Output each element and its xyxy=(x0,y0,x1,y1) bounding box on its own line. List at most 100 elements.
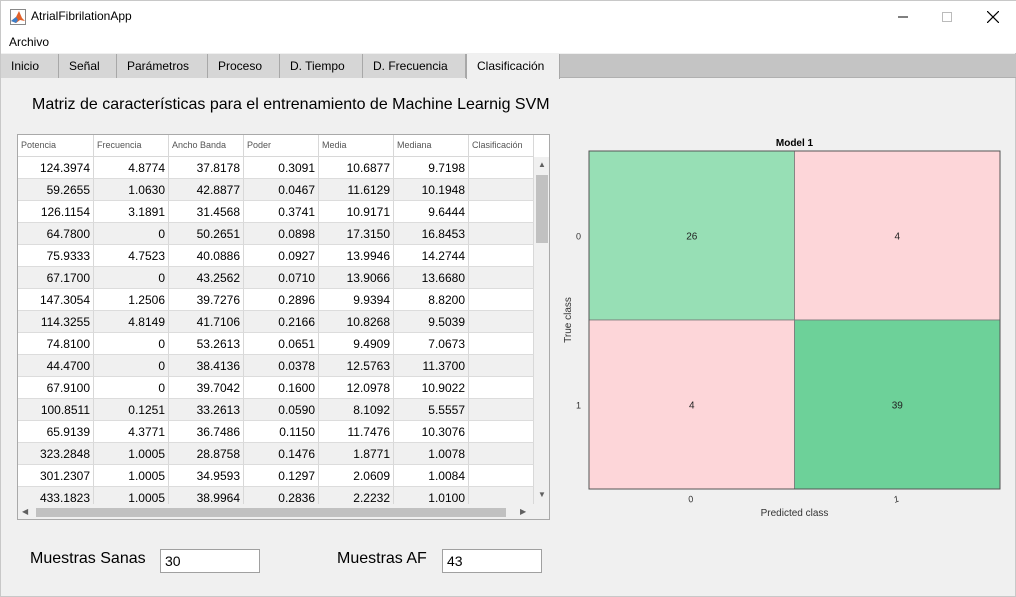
table-cell[interactable]: 1.8771 xyxy=(319,443,394,465)
table-cell[interactable]: 43.2562 xyxy=(169,267,244,289)
horizontal-scroll-thumb[interactable] xyxy=(36,508,506,517)
table-cell[interactable] xyxy=(469,399,534,421)
table-cell[interactable]: 13.6680 xyxy=(394,267,469,289)
table-cell[interactable]: 0.1297 xyxy=(244,465,319,487)
table-row[interactable]: 126.1154 3.1891 31.4568 0.3741 10.9171 9.6444 xyxy=(18,201,534,223)
table-cell[interactable]: 0.2836 xyxy=(244,487,319,504)
table-cell[interactable]: 10.3076 xyxy=(394,421,469,443)
table-cell[interactable]: 1.0084 xyxy=(394,465,469,487)
table-row[interactable]: 147.3054 1.2506 39.7276 0.2896 9.9394 8.8200 xyxy=(18,289,534,311)
table-cell[interactable]: 53.2613 xyxy=(169,333,244,355)
table-cell[interactable]: 59.2655 xyxy=(18,179,94,201)
table-cell[interactable]: 7.0673 xyxy=(394,333,469,355)
column-header[interactable]: Poder xyxy=(244,135,319,157)
table-cell[interactable]: 9.4909 xyxy=(319,333,394,355)
table-row[interactable]: 59.2655 1.0630 42.8877 0.0467 11.6129 10.1948 xyxy=(18,179,534,201)
table-cell[interactable]: 100.8511 xyxy=(18,399,94,421)
table-row[interactable]: 114.3255 4.8149 41.7106 0.2166 10.8268 9.5039 xyxy=(18,311,534,333)
table-cell[interactable]: 4.8149 xyxy=(94,311,169,333)
horizontal-scrollbar[interactable]: ◀ ▶ xyxy=(18,504,549,519)
menu-archivo[interactable]: Archivo xyxy=(9,35,49,49)
table-cell[interactable] xyxy=(469,223,534,245)
table-cell[interactable]: 4.8774 xyxy=(94,157,169,179)
table-cell[interactable]: 147.3054 xyxy=(18,289,94,311)
table-cell[interactable]: 0.3741 xyxy=(244,201,319,223)
table-cell[interactable] xyxy=(469,443,534,465)
column-header[interactable]: Mediana xyxy=(394,135,469,157)
table-cell[interactable] xyxy=(469,421,534,443)
table-cell[interactable]: 10.9022 xyxy=(394,377,469,399)
scroll-up-icon[interactable]: ▲ xyxy=(538,160,546,169)
table-cell[interactable]: 8.1092 xyxy=(319,399,394,421)
table-cell[interactable]: 9.6444 xyxy=(394,201,469,223)
table-cell[interactable]: 39.7042 xyxy=(169,377,244,399)
table-cell[interactable]: 0.0467 xyxy=(244,179,319,201)
table-row[interactable]: 433.1823 1.0005 38.9964 0.2836 2.2232 1.0100 xyxy=(18,487,534,504)
table-cell[interactable] xyxy=(469,465,534,487)
table-row[interactable]: 44.4700 0 38.4136 0.0378 12.5763 11.3700 xyxy=(18,355,534,377)
table-cell[interactable]: 40.0886 xyxy=(169,245,244,267)
table-cell[interactable]: 1.0078 xyxy=(394,443,469,465)
table-cell[interactable] xyxy=(469,245,534,267)
table-cell[interactable]: 4.7523 xyxy=(94,245,169,267)
table-row[interactable]: 64.7800 0 50.2651 0.0898 17.3150 16.8453 xyxy=(18,223,534,245)
table-cell[interactable] xyxy=(469,179,534,201)
tab-d-tiempo[interactable]: D. Tiempo xyxy=(280,54,363,78)
table-cell[interactable]: 31.4568 xyxy=(169,201,244,223)
column-header[interactable]: Ancho Banda xyxy=(169,135,244,157)
table-cell[interactable]: 44.4700 xyxy=(18,355,94,377)
table-cell[interactable]: 39.7276 xyxy=(169,289,244,311)
column-header[interactable]: Potencia xyxy=(18,135,94,157)
table-cell[interactable]: 0.0378 xyxy=(244,355,319,377)
table-cell[interactable]: 50.2651 xyxy=(169,223,244,245)
close-button[interactable] xyxy=(970,1,1016,33)
table-row[interactable]: 323.2848 1.0005 28.8758 0.1476 1.8771 1.0078 xyxy=(18,443,534,465)
tab-parametros[interactable]: Parámetros xyxy=(117,54,208,78)
table-cell[interactable]: 11.7476 xyxy=(319,421,394,443)
table-cell[interactable]: 0 xyxy=(94,377,169,399)
table-cell[interactable] xyxy=(469,201,534,223)
table-cell[interactable]: 65.9139 xyxy=(18,421,94,443)
table-cell[interactable]: 16.8453 xyxy=(394,223,469,245)
table-cell[interactable]: 42.8877 xyxy=(169,179,244,201)
table-cell[interactable]: 0.0898 xyxy=(244,223,319,245)
tab-inicio[interactable]: Inicio xyxy=(1,54,59,78)
table-cell[interactable]: 9.9394 xyxy=(319,289,394,311)
vertical-scroll-thumb[interactable] xyxy=(536,175,548,243)
table-cell[interactable]: 38.9964 xyxy=(169,487,244,504)
minimize-button[interactable] xyxy=(880,1,926,33)
table-cell[interactable]: 0 xyxy=(94,355,169,377)
table-cell[interactable]: 0.0710 xyxy=(244,267,319,289)
table-cell[interactable]: 0.1150 xyxy=(244,421,319,443)
muestras-af-field[interactable]: 43 xyxy=(442,549,542,573)
table-cell[interactable]: 0.2896 xyxy=(244,289,319,311)
table-cell[interactable]: 9.5039 xyxy=(394,311,469,333)
tab-senal[interactable]: Señal xyxy=(59,54,117,78)
table-cell[interactable]: 36.7486 xyxy=(169,421,244,443)
table-cell[interactable]: 0.0590 xyxy=(244,399,319,421)
table-cell[interactable] xyxy=(469,311,534,333)
table-cell[interactable]: 1.0100 xyxy=(394,487,469,504)
table-row[interactable]: 100.8511 0.1251 33.2613 0.0590 8.1092 5.5557 xyxy=(18,399,534,421)
table-row[interactable]: 67.9100 0 39.7042 0.1600 12.0978 10.9022 xyxy=(18,377,534,399)
table-cell[interactable]: 11.3700 xyxy=(394,355,469,377)
table-cell[interactable]: 74.8100 xyxy=(18,333,94,355)
table-cell[interactable] xyxy=(469,377,534,399)
vertical-scrollbar[interactable]: ▲ ▼ xyxy=(534,157,549,504)
table-cell[interactable]: 1.2506 xyxy=(94,289,169,311)
table-cell[interactable]: 10.1948 xyxy=(394,179,469,201)
table-cell[interactable]: 0.0651 xyxy=(244,333,319,355)
table-row[interactable]: 301.2307 1.0005 34.9593 0.1297 2.0609 1.0084 xyxy=(18,465,534,487)
table-cell[interactable]: 12.5763 xyxy=(319,355,394,377)
table-cell[interactable]: 1.0005 xyxy=(94,465,169,487)
column-header[interactable]: Media xyxy=(319,135,394,157)
table-cell[interactable] xyxy=(469,157,534,179)
scroll-right-icon[interactable]: ▶ xyxy=(520,507,526,516)
table-cell[interactable]: 67.1700 xyxy=(18,267,94,289)
table-cell[interactable]: 10.8268 xyxy=(319,311,394,333)
table-cell[interactable]: 0.1476 xyxy=(244,443,319,465)
table-cell[interactable]: 11.6129 xyxy=(319,179,394,201)
table-cell[interactable]: 37.8178 xyxy=(169,157,244,179)
table-cell[interactable]: 3.1891 xyxy=(94,201,169,223)
tab-d-frecuencia[interactable]: D. Frecuencia xyxy=(363,54,466,78)
